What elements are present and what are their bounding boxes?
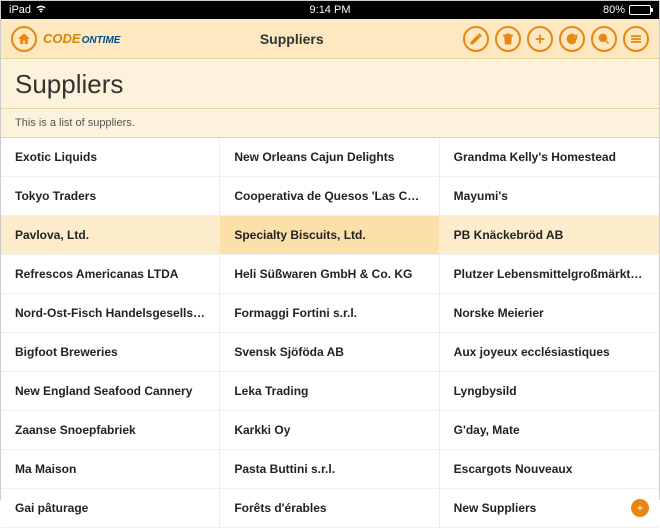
list-item[interactable]: Formaggi Fortini s.r.l. bbox=[220, 294, 439, 333]
status-bar: iPad 9:14 PM 80% bbox=[1, 1, 659, 19]
menu-button[interactable] bbox=[623, 26, 649, 52]
list-item[interactable]: Gai pâturage bbox=[1, 489, 220, 528]
logo-part1: CODE bbox=[43, 31, 81, 46]
nav-title: Suppliers bbox=[120, 31, 463, 47]
list-item[interactable]: Lyngbysild bbox=[440, 372, 659, 411]
add-icon[interactable] bbox=[631, 499, 649, 517]
list-item[interactable]: G'day, Mate bbox=[440, 411, 659, 450]
list-item[interactable]: Aux joyeux ecclésiastiques bbox=[440, 333, 659, 372]
page-title: Suppliers bbox=[1, 59, 659, 109]
edit-button[interactable] bbox=[463, 26, 489, 52]
list-item[interactable]: PB Knäckebröd AB bbox=[440, 216, 659, 255]
nav-bar: CODE ONTIME Suppliers bbox=[1, 19, 659, 59]
battery-icon bbox=[629, 5, 651, 15]
delete-button[interactable] bbox=[495, 26, 521, 52]
nav-right bbox=[463, 26, 649, 52]
list-item[interactable]: Refrescos Americanas LTDA bbox=[1, 255, 220, 294]
list-item[interactable]: Svensk Sjöföda AB bbox=[220, 333, 439, 372]
supplier-grid: Exotic LiquidsNew Orleans Cajun Delights… bbox=[1, 138, 659, 528]
list-item[interactable]: Zaanse Snoepfabriek bbox=[1, 411, 220, 450]
list-item[interactable]: Escargots Nouveaux bbox=[440, 450, 659, 489]
list-item[interactable]: Ma Maison bbox=[1, 450, 220, 489]
add-button[interactable] bbox=[527, 26, 553, 52]
list-item[interactable]: Leka Trading bbox=[220, 372, 439, 411]
list-item[interactable]: Heli Süßwaren GmbH & Co. KG bbox=[220, 255, 439, 294]
list-item[interactable]: Grandma Kelly's Homestead bbox=[440, 138, 659, 177]
wifi-icon bbox=[35, 4, 47, 16]
logo-part2: ONTIME bbox=[82, 35, 121, 46]
list-item[interactable]: Norske Meierier bbox=[440, 294, 659, 333]
page-description: This is a list of suppliers. bbox=[1, 109, 659, 138]
list-item[interactable]: Tokyo Traders bbox=[1, 177, 220, 216]
list-item[interactable]: Exotic Liquids bbox=[1, 138, 220, 177]
home-button[interactable] bbox=[11, 26, 37, 52]
list-item[interactable]: Pasta Buttini s.r.l. bbox=[220, 450, 439, 489]
list-item[interactable]: Karkki Oy bbox=[220, 411, 439, 450]
status-right: 80% bbox=[437, 4, 651, 16]
status-time: 9:14 PM bbox=[223, 4, 437, 16]
search-button[interactable] bbox=[591, 26, 617, 52]
battery-percent: 80% bbox=[603, 4, 625, 16]
list-item[interactable]: Cooperativa de Quesos 'Las Cabras' bbox=[220, 177, 439, 216]
list-item[interactable]: New England Seafood Cannery bbox=[1, 372, 220, 411]
list-item[interactable]: Mayumi's bbox=[440, 177, 659, 216]
list-item[interactable]: Nord-Ost-Fisch Handelsgesellschaft … bbox=[1, 294, 220, 333]
list-item[interactable]: Pavlova, Ltd. bbox=[1, 216, 220, 255]
device-label: iPad bbox=[9, 4, 31, 16]
nav-left: CODE ONTIME bbox=[11, 26, 120, 52]
list-item[interactable]: Plutzer Lebensmittelgroßmärkte AG bbox=[440, 255, 659, 294]
list-item[interactable]: Specialty Biscuits, Ltd. bbox=[220, 216, 439, 255]
logo: CODE ONTIME bbox=[43, 31, 120, 46]
list-item[interactable]: New Suppliers bbox=[440, 489, 659, 528]
status-left: iPad bbox=[9, 4, 223, 16]
list-item[interactable]: New Orleans Cajun Delights bbox=[220, 138, 439, 177]
refresh-button[interactable] bbox=[559, 26, 585, 52]
list-item[interactable]: Bigfoot Breweries bbox=[1, 333, 220, 372]
list-item[interactable]: Forêts d'érables bbox=[220, 489, 439, 528]
